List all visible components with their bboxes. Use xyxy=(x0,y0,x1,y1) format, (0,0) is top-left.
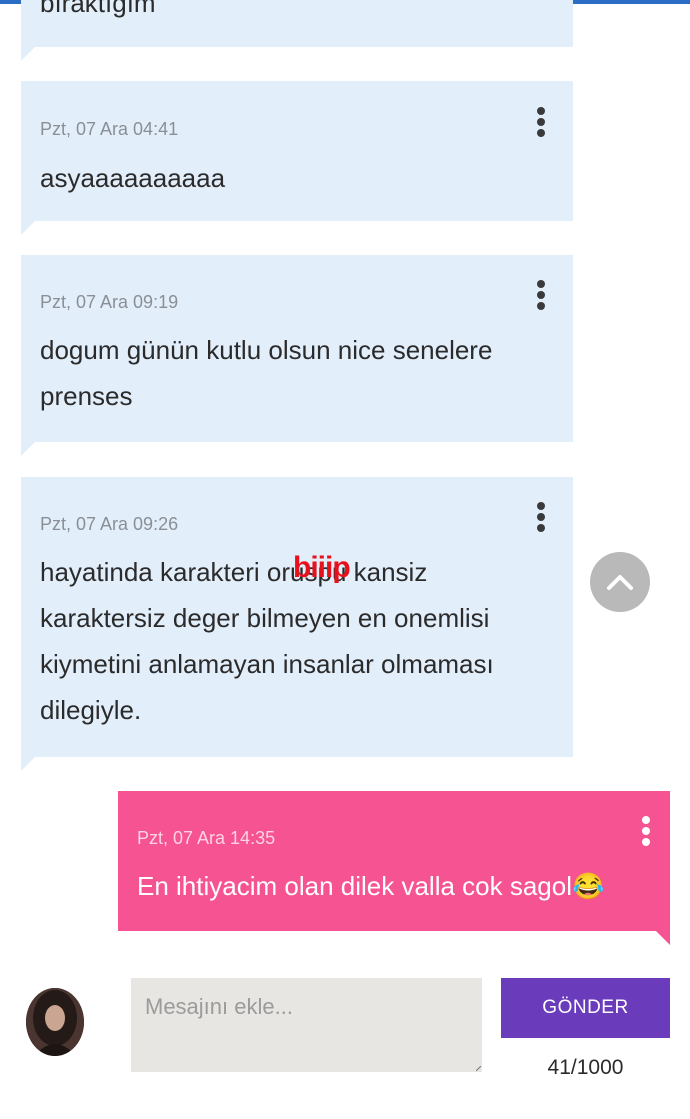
message-menu-icon[interactable] xyxy=(537,502,545,532)
message-timestamp: Pzt, 07 Ara 09:26 xyxy=(40,514,179,534)
message-menu-icon[interactable] xyxy=(642,816,650,846)
message-menu-icon[interactable] xyxy=(537,280,545,310)
message-line: prenses xyxy=(40,381,133,411)
message-line: dilegiyle. xyxy=(40,695,142,725)
scroll-top-button[interactable] xyxy=(590,552,650,612)
message-line: karaktersiz deger bilmeyen en onemlisi xyxy=(40,603,490,633)
message-timestamp: Pzt, 07 Ara 14:35 xyxy=(137,828,276,848)
message-text: asyaaaaaaaaaa xyxy=(40,163,226,193)
message-bubble: Pzt, 07 Ara 04:41 asyaaaaaaaaaa xyxy=(21,81,573,235)
resize-grip-icon[interactable] xyxy=(476,1066,481,1071)
message-text: hayatinda karakteri oruspu kansiz karakt… xyxy=(40,549,543,733)
chevron-up-icon xyxy=(607,575,633,590)
message-text: En ihtiyacim olan dilek valla cok sagol😂 xyxy=(137,871,605,901)
message-text: bıraktığım xyxy=(40,0,156,18)
message-line: dogum günün kutlu olsun nice senelere xyxy=(40,335,493,365)
message-line: kiymetini anlamayan insanlar olmaması xyxy=(40,649,494,679)
message-text: dogum günün kutlu olsun nice senelere pr… xyxy=(40,327,543,419)
message-input[interactable] xyxy=(131,978,482,1072)
message-timestamp: Pzt, 07 Ara 04:41 xyxy=(40,119,179,139)
character-counter: 41/1000 xyxy=(547,1056,624,1079)
message-menu-icon[interactable] xyxy=(537,107,545,137)
own-message-bubble: Pzt, 07 Ara 14:35 En ihtiyacim olan dile… xyxy=(118,791,670,945)
censor-label: biiip xyxy=(293,551,351,584)
send-button[interactable]: GÖNDER xyxy=(501,978,670,1038)
message-line: hayatinda karakteri oruspu kansiz xyxy=(40,557,428,587)
message-bubble: bıraktığım xyxy=(21,0,573,61)
user-avatar[interactable] xyxy=(26,988,84,1056)
message-bubble: Pzt, 07 Ara 09:19 dogum günün kutlu olsu… xyxy=(21,255,573,456)
message-timestamp: Pzt, 07 Ara 09:19 xyxy=(40,292,179,312)
message-bubble: Pzt, 07 Ara 09:26 hayatinda karakteri or… xyxy=(21,477,573,771)
